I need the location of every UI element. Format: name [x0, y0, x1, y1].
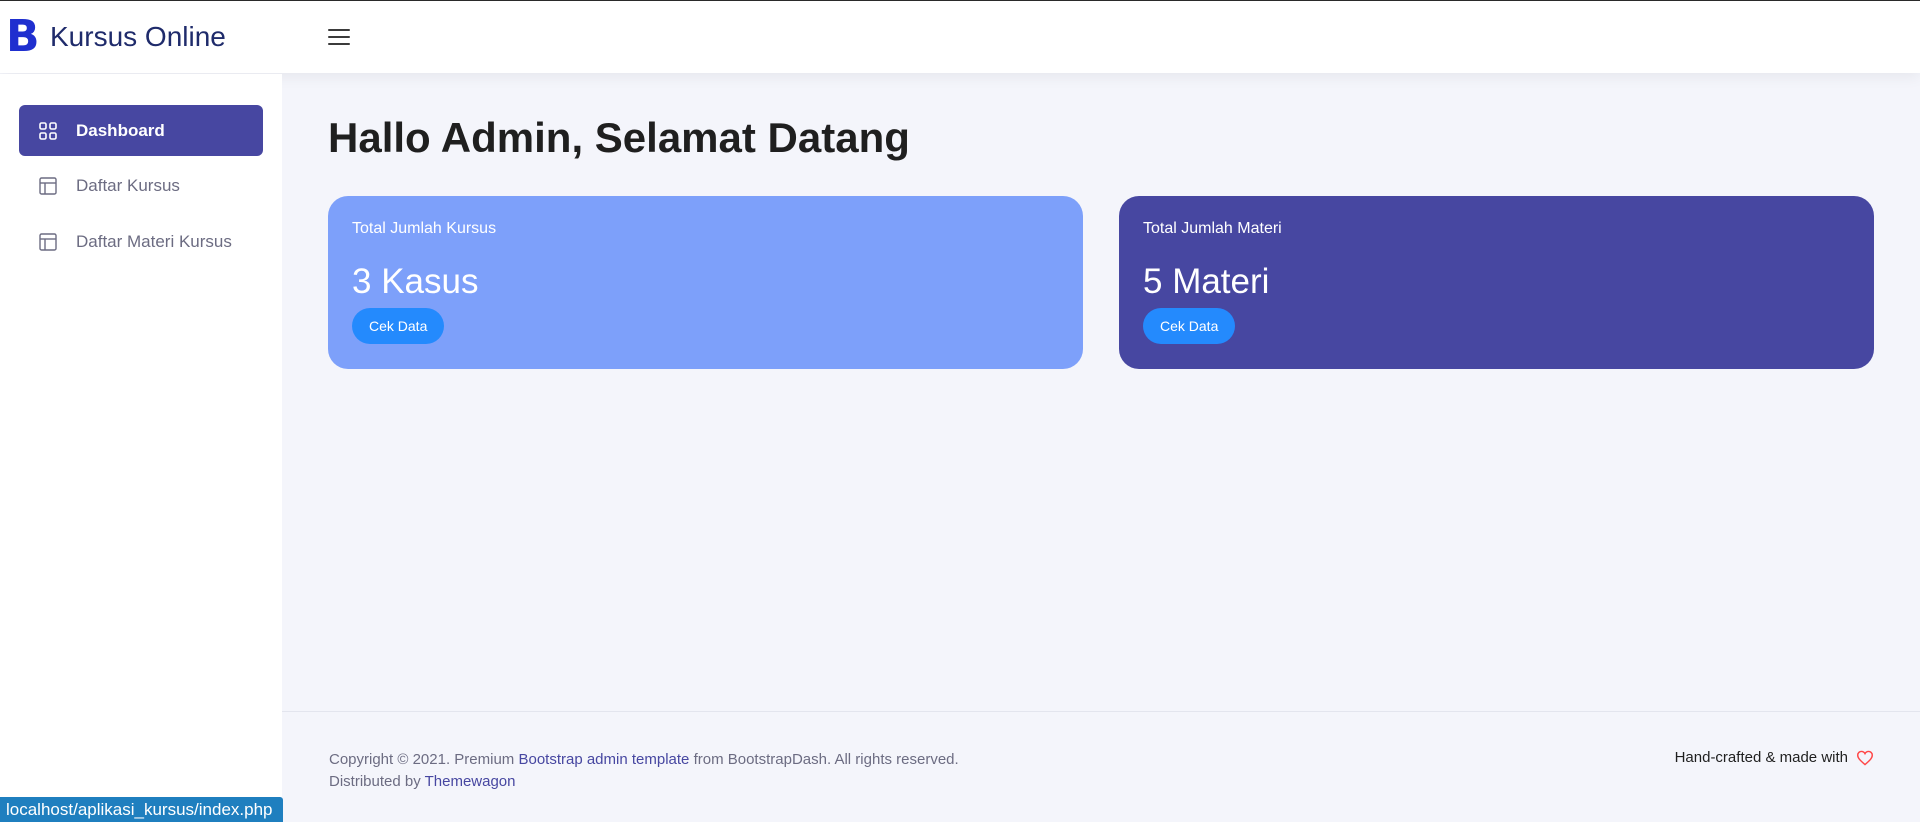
main-content: Hallo Admin, Selamat Datang Total Jumlah…: [282, 74, 1920, 822]
hamburger-menu-icon[interactable]: [328, 29, 350, 47]
footer-credit-text: Hand-crafted & made with: [1674, 749, 1848, 766]
sidebar-item-label: Dashboard: [76, 120, 165, 140]
sidebar-item-label: Daftar Materi Kursus: [76, 231, 232, 251]
stat-card-materi: Total Jumlah Materi 5 Materi Cek Data: [1119, 196, 1874, 369]
copyright-prefix: Copyright © 2021. Premium: [329, 751, 519, 768]
card-label: Total Jumlah Materi: [1143, 220, 1282, 237]
card-value: 3 Kasus: [352, 262, 479, 301]
card-value: 5 Materi: [1143, 262, 1270, 301]
brand-title: Kursus Online: [50, 21, 226, 52]
sidebar-item-dashboard[interactable]: Dashboard: [19, 105, 263, 156]
sidebar-item-daftar-materi-kursus[interactable]: Daftar Materi Kursus: [19, 216, 263, 267]
top-navbar: B Kursus Online: [0, 1, 1920, 73]
stat-card-kursus: Total Jumlah Kursus 3 Kasus Cek Data: [328, 196, 1083, 369]
footer: Copyright © 2021. Premium Bootstrap admi…: [282, 711, 1920, 822]
themewagon-link[interactable]: Themewagon: [425, 773, 516, 790]
browser-status-url: localhost/aplikasi_kursus/index.php: [0, 797, 283, 822]
footer-copyright: Copyright © 2021. Premium Bootstrap admi…: [329, 749, 959, 793]
sidebar: Dashboard Daftar Kursus Daftar Materi Ku…: [0, 74, 282, 822]
page-title: Hallo Admin, Selamat Datang: [328, 114, 910, 161]
sidebar-item-label: Daftar Kursus: [76, 175, 180, 195]
bootstrap-template-link[interactable]: Bootstrap admin template: [518, 751, 689, 768]
copyright-suffix: from BootstrapDash. All rights reserved.: [689, 751, 959, 768]
distributed-prefix: Distributed by: [329, 773, 425, 790]
heart-icon: [1856, 750, 1874, 766]
layout-icon: [38, 232, 58, 252]
grid-icon: [38, 121, 58, 141]
cek-data-button[interactable]: Cek Data: [1143, 308, 1236, 344]
layout-icon: [38, 176, 58, 196]
cek-data-button[interactable]: Cek Data: [352, 308, 445, 344]
card-label: Total Jumlah Kursus: [352, 220, 497, 237]
sidebar-item-daftar-kursus[interactable]: Daftar Kursus: [19, 160, 263, 211]
brand-logo-icon: B: [6, 11, 40, 62]
footer-credit: Hand-crafted & made with: [1675, 749, 1874, 766]
brand[interactable]: B Kursus Online: [0, 1, 320, 73]
